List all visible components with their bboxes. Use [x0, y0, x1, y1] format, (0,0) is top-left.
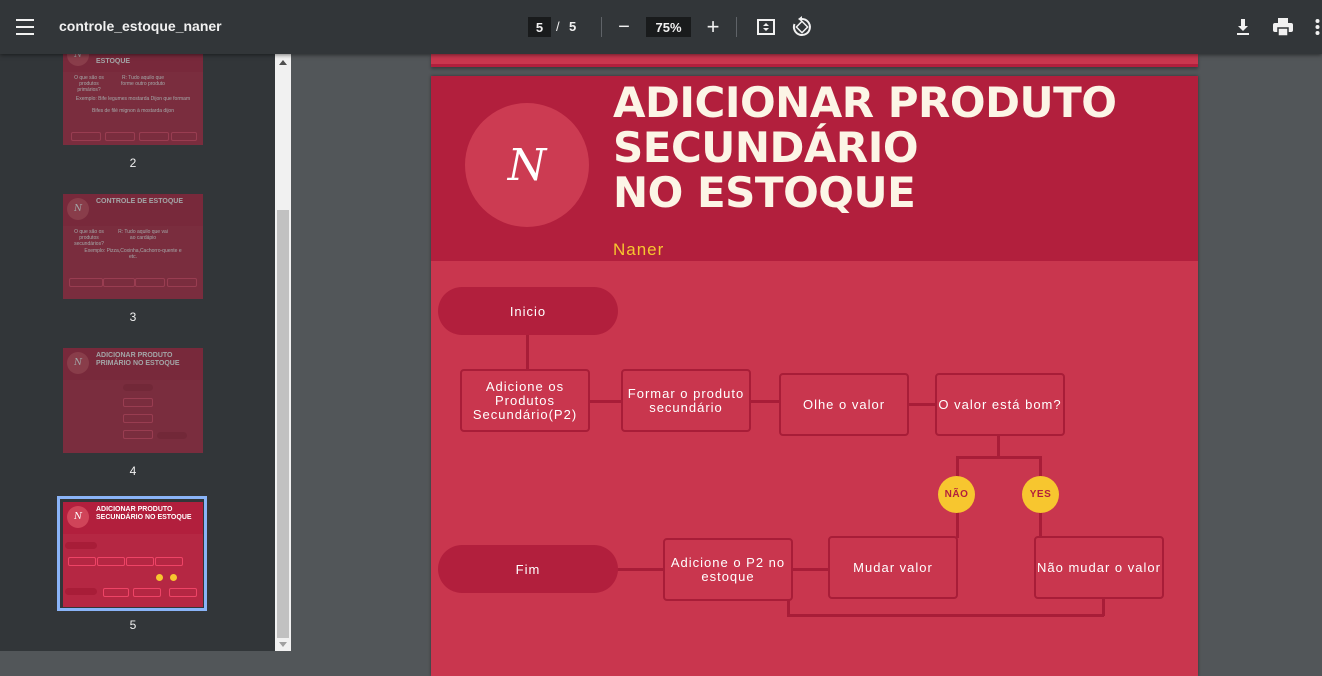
thumbnail-box — [135, 278, 165, 287]
thumbnail-box — [139, 132, 169, 141]
naner-logo: N — [465, 103, 589, 227]
thumbnail-text: O que são os produtos secundários? — [74, 229, 104, 247]
logo-icon: N — [67, 198, 89, 220]
thumbnail-title: ADICIONAR PRODUTO PRIMÁRIO NO ESTOQUE — [96, 352, 180, 367]
title-line: SECUNDÁRIO — [613, 123, 919, 172]
connector-line — [526, 334, 529, 370]
pdf-page-5: N ADICIONAR PRODUTO SECUNDÁRIO NO ESTOQU… — [431, 76, 1198, 676]
scroll-up-arrow-icon[interactable] — [279, 60, 287, 65]
logo-icon: N — [67, 352, 89, 374]
page-thumbnail-4[interactable]: N ADICIONAR PRODUTO PRIMÁRIO NO ESTOQUE — [63, 348, 203, 453]
flow-end: Fim — [438, 545, 618, 593]
thumbnail-box — [155, 557, 183, 566]
print-icon[interactable] — [1272, 17, 1294, 37]
document-title: controle_estoque_naner — [59, 18, 222, 34]
menu-icon[interactable] — [14, 16, 36, 38]
thumbnail-box — [133, 588, 161, 597]
thumbnail-box — [69, 278, 103, 287]
scrollbar-thumb[interactable] — [277, 210, 289, 638]
thumbnail-box — [97, 557, 125, 566]
connector-line — [787, 614, 1104, 617]
flow-step-check-value: Olhe o valor — [779, 373, 909, 436]
scroll-down-arrow-icon[interactable] — [279, 642, 287, 647]
thumbnail-label: 5 — [129, 618, 137, 632]
title-line: ADICIONAR PRODUTO — [613, 78, 1117, 127]
connector-line — [617, 568, 664, 571]
flow-step-change-value: Mudar valor — [828, 536, 958, 599]
connector-line — [908, 403, 938, 406]
page-title: ADICIONAR PRODUTO SECUNDÁRIO NO ESTOQUE — [613, 80, 1173, 215]
pdf-toolbar: controle_estoque_naner 5 / 5 − 75% + — [0, 0, 1322, 54]
rotate-icon[interactable] — [791, 16, 813, 38]
thumbnail-text: R: Tudo aquilo que forme outro produto — [121, 75, 165, 87]
zoom-in-button[interactable]: + — [703, 14, 723, 39]
sidebar-scrollbar[interactable] — [275, 54, 291, 651]
page-number-input[interactable]: 5 — [528, 17, 551, 37]
thumbnail-title: CONTROLE DE ESTOQUE — [96, 198, 183, 205]
thumbnail-dot — [156, 574, 163, 581]
thumbnail-title: ADICIONAR PRODUTO SECUNDÁRIO NO ESTOQUE — [96, 506, 192, 521]
thumbnail-box — [167, 278, 197, 287]
thumbnail-text: O que são os produtos primários? — [74, 75, 104, 93]
thumbnail-pill — [65, 588, 97, 595]
flow-step-add-products: Adicione os Produtos Secundário(P2) — [460, 369, 590, 432]
thumbnail-box — [126, 557, 154, 566]
title-line: NO ESTOQUE — [613, 168, 916, 217]
connector-line — [956, 512, 959, 538]
more-options-icon[interactable] — [1313, 17, 1322, 37]
thumbnail-box — [169, 588, 197, 597]
thumbnail-label: 2 — [129, 156, 137, 170]
connector-line — [956, 456, 1042, 459]
toolbar-divider — [601, 17, 602, 37]
thumbnail-box — [103, 278, 135, 287]
thumbnail-sidebar: N ESTOQUE O que são os produtos primário… — [0, 54, 275, 651]
connector-line — [1039, 512, 1042, 538]
thumbnail-box — [105, 132, 135, 141]
flow-step-keep-value: Não mudar o valor — [1034, 536, 1164, 599]
thumbnail-box — [103, 588, 129, 597]
page-separator: / — [556, 19, 560, 34]
thumbnail-box — [171, 132, 197, 141]
thumbnail-label: 3 — [129, 310, 137, 324]
page-thumbnail-3[interactable]: N CONTROLE DE ESTOQUE O que são os produ… — [63, 194, 203, 299]
connector-line — [791, 568, 829, 571]
logo-icon: N — [67, 506, 89, 528]
download-icon[interactable] — [1233, 17, 1253, 37]
previous-page-edge — [431, 54, 1198, 67]
zoom-out-button[interactable]: − — [615, 16, 633, 38]
flow-step-add-p2: Adicione o P2 no estoque — [663, 538, 793, 601]
fit-to-page-icon[interactable] — [756, 17, 776, 37]
connector-line — [1102, 598, 1105, 616]
flow-decision: O valor está bom? — [935, 373, 1065, 436]
connector-line — [997, 434, 1000, 458]
decision-no-badge: NÃO — [938, 476, 975, 513]
flow-step-form-product: Formar o produto secundário — [621, 369, 751, 432]
thumbnail-box — [71, 132, 101, 141]
zoom-level-input[interactable]: 75% — [646, 17, 691, 37]
connector-line — [589, 400, 622, 403]
flow-start: Inicio — [438, 287, 618, 335]
thumbnail-pill — [157, 432, 187, 439]
thumbnail-pill — [123, 384, 153, 391]
page-thumbnail-5[interactable]: N ADICIONAR PRODUTO SECUNDÁRIO NO ESTOQU… — [63, 502, 203, 607]
thumbnail-text: Bifes de filé mignon à mostarda dijon — [92, 108, 174, 114]
page-thumbnail-2[interactable]: N ESTOQUE O que são os produtos primário… — [63, 54, 203, 145]
thumbnail-box — [123, 430, 153, 439]
decision-yes-badge: YES — [1022, 476, 1059, 513]
thumbnail-text: Exemplo: Pizza,Coxinha,Cachorro-quente e… — [84, 248, 182, 260]
thumbnail-box — [68, 557, 96, 566]
thumbnail-box — [123, 398, 153, 407]
thumbnail-dot — [170, 574, 177, 581]
author-name: Naner — [613, 240, 665, 259]
toolbar-divider — [736, 17, 737, 37]
connector-line — [750, 400, 780, 403]
thumbnail-text: R: Tudo aquilo que vai ao cardápio — [118, 229, 168, 241]
thumbnail-title: ESTOQUE — [96, 58, 131, 65]
thumbnail-text: Exemplo: Bife legumes mostarda Dijon que… — [75, 96, 191, 102]
thumbnail-label: 4 — [129, 464, 137, 478]
thumbnail-box — [123, 414, 153, 423]
page-total: 5 — [569, 19, 577, 34]
logo-letter: N — [507, 139, 547, 191]
thumbnail-pill — [65, 542, 97, 549]
